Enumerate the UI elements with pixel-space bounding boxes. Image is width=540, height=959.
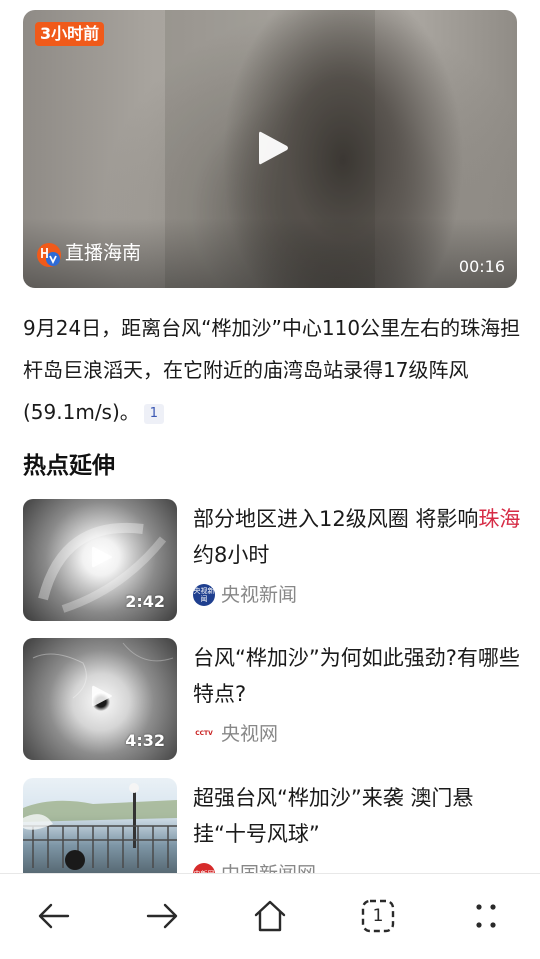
news-duration: 4:32 [125,731,165,750]
video-duration: 00:16 [458,257,505,276]
news-title: 台风“桦加沙”为何如此强劲?有哪些特点? [193,646,520,706]
summary-paragraph: 9月24日，距离台风“桦加沙”中心110公里左右的珠海担杆岛巨浪滔天，在它附近的… [23,307,523,433]
news-title: 部分地区进入12级风圈 将影响珠海约8小时 [193,507,521,567]
play-icon [92,546,112,568]
play-icon [92,685,112,707]
reference-chip[interactable]: 1 [143,403,165,424]
video-source: 直播海南 [65,242,142,264]
news-thumbnail[interactable]: 4:32 [23,638,177,760]
arrow-right-icon [146,903,178,929]
news-source-name: 央视新闻 [221,584,298,606]
time-badge: 3小时前 [35,22,105,46]
cctv-logo-icon: CCTV [193,723,215,745]
bottom-navigation-bar: 1 [0,873,540,959]
section-title: 热点延伸 [23,453,115,479]
back-button[interactable] [34,896,74,936]
forward-button[interactable] [142,896,182,936]
source-logo-icon [37,243,61,267]
news-source-name: 央视网 [221,723,279,745]
play-icon[interactable] [251,127,293,169]
more-button[interactable] [466,896,506,936]
arrow-left-icon [38,903,70,929]
tab-count: 1 [372,906,384,926]
news-source: 央视新闻 央视新闻 [193,583,297,607]
tabs-button[interactable]: 1 [358,896,398,936]
news-item[interactable]: 2:42 部分地区进入12级风圈 将影响珠海约8小时 央视新闻 央视新闻 [23,499,523,621]
news-thumbnail[interactable]: 2:42 [23,499,177,621]
more-dots-icon [476,904,496,928]
summary-text: 9月24日，距离台风“桦加沙”中心110公里左右的珠海担杆岛巨浪滔天，在它附近的… [23,316,521,424]
news-item[interactable]: 4:32 台风“桦加沙”为何如此强劲?有哪些特点? CCTV 央视网 [23,638,523,760]
home-button[interactable] [250,896,290,936]
cctv-news-logo-icon: 央视新闻 [193,584,215,606]
home-icon [254,900,286,932]
news-title-highlight: 珠海 [478,507,521,531]
news-title: 超强台风“桦加沙”来袭 澳门悬挂“十号风球” [193,786,474,846]
news-duration: 2:42 [125,592,165,611]
news-source: CCTV 央视网 [193,722,278,746]
hero-video-card[interactable]: 3小时前 直播海南 00:16 [23,10,517,288]
